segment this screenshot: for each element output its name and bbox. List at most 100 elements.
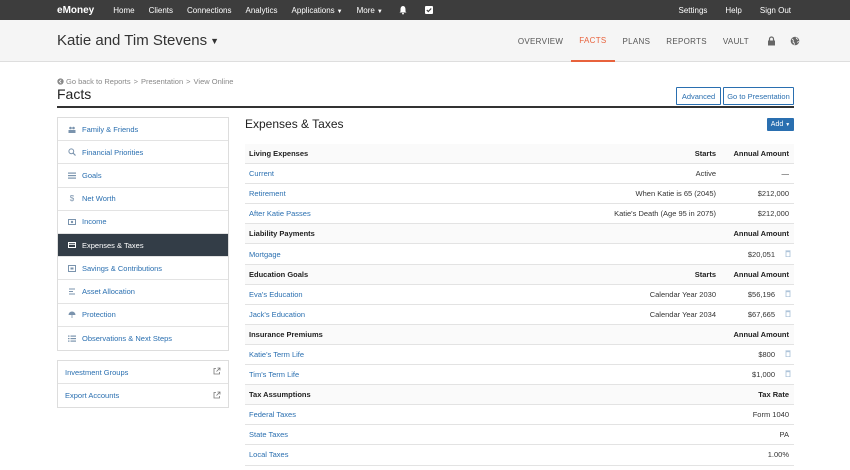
section-header-label: Liability Payments — [249, 229, 315, 239]
sidebar-item-export-accounts[interactable]: Export Accounts — [58, 384, 228, 407]
row-amount: $20,051 — [747, 249, 775, 259]
row-amount: $67,665 — [747, 309, 775, 319]
add-button[interactable]: Add ▼ — [767, 118, 794, 131]
breadcrumb: Go back to Reports > Presentation > View… — [57, 77, 233, 86]
row-name-link[interactable]: Retirement — [249, 189, 286, 198]
row-amount: $212,000 — [757, 189, 789, 199]
trash-icon[interactable] — [785, 370, 791, 379]
sidebar-item-family-friends[interactable]: Family & Friends — [58, 118, 228, 142]
row-starts: Active — [695, 169, 716, 179]
globe-icon[interactable] — [790, 36, 800, 46]
amount-column-header: Annual Amount — [733, 269, 789, 279]
table-row[interactable]: Katie's Term Life $800 — [245, 345, 794, 366]
sidebar-item-income[interactable]: Income — [58, 211, 228, 234]
row-name-link[interactable]: Local Taxes — [249, 450, 288, 459]
sidebar-item-investment-groups[interactable]: Investment Groups — [58, 361, 228, 384]
sidebar-item-goals[interactable]: Goals — [58, 164, 228, 188]
section-header-label: Living Expenses — [249, 149, 309, 159]
tab-facts[interactable]: FACTS — [571, 20, 615, 62]
nav-settings[interactable]: Settings — [679, 6, 708, 15]
table-row[interactable]: Local Taxes 1.00% — [245, 445, 794, 466]
trash-icon[interactable] — [785, 290, 791, 299]
table-row[interactable]: State Taxes PA — [245, 425, 794, 446]
trash-icon[interactable] — [785, 350, 791, 359]
external-link-icon — [213, 391, 221, 401]
cash-icon — [66, 218, 78, 225]
table-row[interactable]: Mortgage $20,051 — [245, 244, 794, 265]
row-name-link[interactable]: Jack's Education — [249, 310, 305, 319]
amount-column-header: Annual Amount — [733, 149, 789, 159]
table-row[interactable]: After Katie Passes Katie's Death (Age 95 … — [245, 204, 794, 225]
table-row[interactable]: Tim's Term Life $1,000 — [245, 365, 794, 386]
search-icon — [66, 148, 78, 157]
advanced-button[interactable]: Advanced — [676, 87, 721, 105]
row-amount: 1.00% — [767, 450, 789, 460]
nav-help[interactable]: Help — [725, 6, 741, 15]
nav-analytics[interactable]: Analytics — [246, 6, 278, 15]
amount-column-header: Annual Amount — [733, 329, 789, 339]
nav-clients[interactable]: Clients — [149, 6, 173, 15]
row-name-link[interactable]: Current — [249, 169, 274, 178]
expenses-table: Living Expenses Starts Annual Amount Curren… — [245, 144, 794, 466]
row-starts: Calendar Year 2030 — [649, 289, 716, 299]
go-to-presentation-button[interactable]: Go to Presentation — [723, 87, 794, 105]
nav-home[interactable]: Home — [113, 6, 134, 15]
row-amount: $56,196 — [747, 289, 775, 299]
row-name-link[interactable]: Katie's Term Life — [249, 350, 304, 359]
table-row[interactable]: Jack's Education Calendar Year 2034 $67,66… — [245, 305, 794, 325]
task-check-icon[interactable] — [424, 5, 434, 15]
row-name-link[interactable]: After Katie Passes — [249, 209, 311, 218]
sidebar-item-protection[interactable]: Protection — [58, 304, 228, 327]
breadcrumb-presentation[interactable]: Presentation — [141, 77, 183, 86]
table-row[interactable]: Current Active — — [245, 164, 794, 185]
back-arrow-icon[interactable] — [57, 78, 64, 85]
sidebar-item-net-worth[interactable]: $ Net Worth — [58, 188, 228, 211]
table-section-header: Education Goals Starts Annual Amount — [245, 264, 794, 285]
row-amount: $1,000 — [752, 370, 775, 380]
row-name-link[interactable]: Federal Taxes — [249, 410, 296, 419]
row-amount: $212,000 — [757, 209, 789, 219]
table-section-header: Living Expenses Starts Annual Amount — [245, 144, 794, 165]
facts-sidebar-extra: Investment Groups Export Accounts — [57, 360, 229, 408]
table-row[interactable]: Retirement When Katie is 65 (2045) $212,00… — [245, 184, 794, 205]
row-name-link[interactable]: State Taxes — [249, 430, 288, 439]
sidebar-item-financial-priorities[interactable]: Financial Priorities — [58, 141, 228, 165]
emoney-logo[interactable]: eMoney — [57, 5, 94, 16]
list-icon — [66, 172, 78, 179]
table-row[interactable]: Eva's Education Calendar Year 2030 $56,196 — [245, 285, 794, 305]
sidebar-item-observations[interactable]: Observations & Next Steps — [58, 327, 228, 350]
section-header-label: Education Goals — [249, 269, 309, 279]
section-header-label: Insurance Premiums — [249, 329, 323, 339]
section-title: Expenses & Taxes — [245, 117, 344, 131]
tab-reports[interactable]: REPORTS — [658, 20, 715, 62]
amount-column-header: Tax Rate — [758, 390, 789, 400]
row-starts: Calendar Year 2034 — [649, 309, 716, 319]
nav-connections[interactable]: Connections — [187, 6, 231, 15]
lock-icon[interactable] — [767, 36, 776, 46]
sidebar-item-expenses-taxes[interactable]: Expenses & Taxes — [58, 233, 228, 258]
client-selector[interactable]: Katie and Tim Stevens ▼ — [57, 32, 219, 49]
trash-icon[interactable] — [785, 310, 791, 319]
nav-applications[interactable]: Applications ▼ — [292, 6, 343, 15]
bell-icon[interactable] — [398, 5, 408, 15]
nav-sign-out[interactable]: Sign Out — [760, 6, 791, 15]
umbrella-icon — [66, 311, 78, 319]
tab-overview[interactable]: OVERVIEW — [510, 20, 571, 62]
tab-plans[interactable]: PLANS — [615, 20, 659, 62]
row-name-link[interactable]: Tim's Term Life — [249, 370, 299, 379]
table-row[interactable]: Federal Taxes Form 1040 — [245, 405, 794, 426]
table-section-header: Tax Assumptions Tax Rate — [245, 385, 794, 406]
sidebar-item-savings-contributions[interactable]: Savings & Contributions — [58, 257, 228, 281]
tab-vault[interactable]: VAULT — [715, 20, 757, 62]
sidebar-item-asset-allocation[interactable]: Asset Allocation — [58, 280, 228, 304]
trash-icon[interactable] — [785, 250, 791, 259]
table-section-header: Insurance Premiums Annual Amount — [245, 324, 794, 345]
row-amount: — — [781, 169, 790, 179]
top-nav: eMoney Home Clients Connections Analytic… — [0, 0, 850, 20]
starts-column-header: Starts — [694, 149, 716, 159]
row-name-link[interactable]: Mortgage — [249, 250, 281, 259]
nav-more[interactable]: More ▼ — [357, 6, 383, 15]
row-amount: $800 — [758, 349, 775, 359]
breadcrumb-back-reports[interactable]: Go back to Reports — [66, 77, 131, 86]
row-name-link[interactable]: Eva's Education — [249, 290, 303, 299]
